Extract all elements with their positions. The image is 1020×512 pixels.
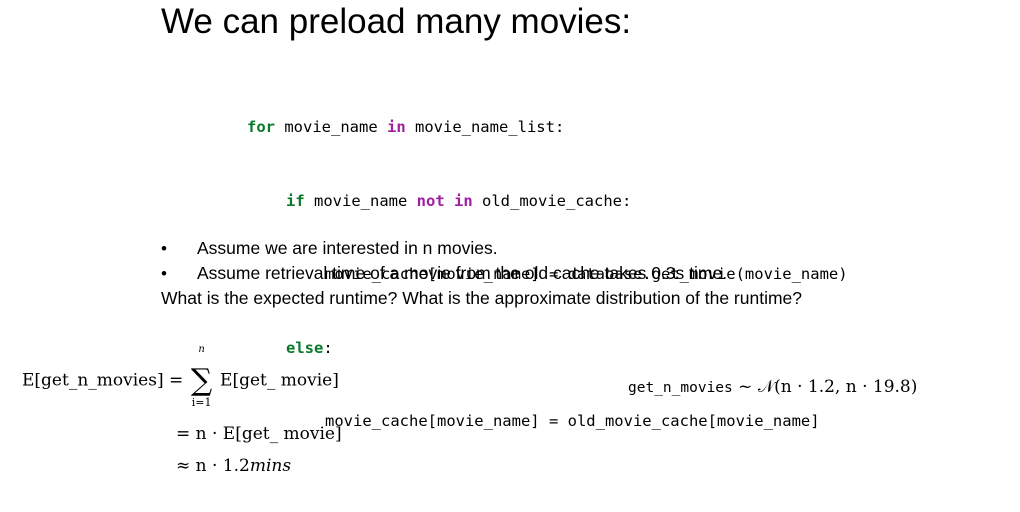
list-item: • Assume we are interested in n movies. [161, 236, 802, 261]
code-text: : [323, 338, 333, 357]
expectation-equation-line-1: E[get_n_movies] = n ∑ i=1 E[get_ movie] [22, 344, 339, 409]
code-keyword: in [386, 118, 406, 136]
code-keyword: in [454, 191, 473, 210]
distribution-equation: get_n_movies ~ 𝒩(n · 1.2, n · 19.8) [628, 377, 917, 397]
expectation-equation-line-3: ≈ n · 1.2mins [176, 456, 291, 476]
summation: n ∑ i=1 [189, 344, 215, 409]
sum-upper-limit: n [198, 344, 205, 355]
bullet-text: Assume retrieval time of a movie from th… [197, 263, 728, 283]
code-keyword: for [247, 118, 275, 136]
code-keyword: else [286, 338, 324, 357]
sigma-icon: ∑ [190, 363, 213, 398]
bullet-icon: • [161, 239, 167, 258]
question-text: What is the expected runtime? What is th… [161, 288, 803, 308]
code-text: old_movie_cache: [472, 191, 632, 210]
slide-title: We can preload many movies: [161, 2, 632, 41]
list-item: • Assume retrieval time of a movie from … [161, 261, 802, 286]
code-line-2: if movie_name not in old_movie_cache: [247, 189, 848, 214]
distribution-lhs: get_n_movies [628, 380, 733, 396]
expectation-equation-line-2: = n · E[get_ movie] [176, 424, 342, 444]
sum-lower-limit: i=1 [191, 396, 212, 409]
code-line-1: for movie_name in movie_name_list: [247, 115, 848, 140]
bullet-text: Assume we are interested in n movies. [197, 238, 498, 258]
code-text: movie_cache[movie_name] = old_movie_cach… [325, 412, 820, 430]
code-line-4: else: [247, 336, 848, 361]
expectation-lhs: E[get_n_movies] [22, 370, 164, 391]
approx-unit: mins [249, 456, 292, 476]
code-text: movie_name_list: [405, 118, 565, 136]
equals-sign: = [168, 370, 184, 391]
code-keyword: if [286, 191, 305, 210]
code-text: movie_name [275, 118, 387, 136]
bullet-icon: • [161, 264, 167, 283]
bullet-list: • Assume we are interested in n movies. … [161, 236, 802, 310]
code-text: movie_name [304, 191, 417, 210]
distribution-rhs: ~ 𝒩(n · 1.2, n · 19.8) [732, 377, 918, 397]
code-keyword: not [416, 191, 445, 210]
approx-value: ≈ n · 1.2 [176, 456, 250, 476]
expectation-term: E[get_ movie] [220, 370, 339, 391]
